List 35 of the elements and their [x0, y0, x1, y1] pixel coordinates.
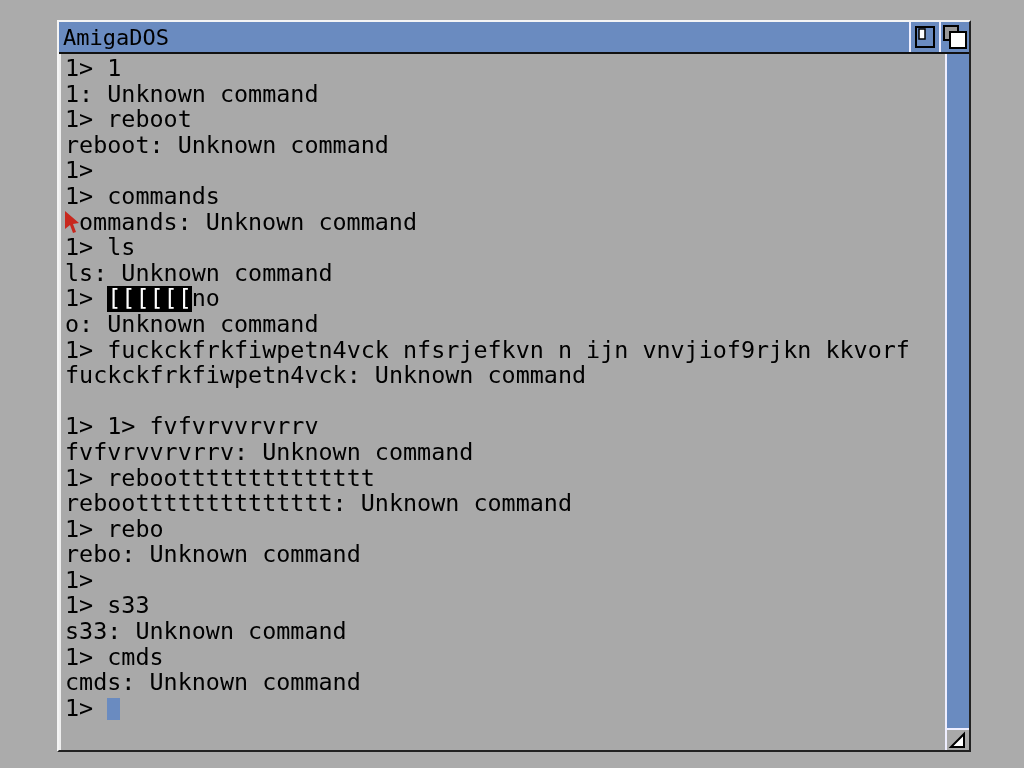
console-line: fvfvrvvrvrrv: Unknown command	[65, 439, 474, 466]
console-line: ls: Unknown command	[65, 260, 333, 287]
console-line: 1> fuckckfrkfiwpetn4vck nfsrjefkvn n ijn vnvjiof9rjkn kkvorf	[65, 337, 910, 364]
console-line: reboot: Unknown command	[65, 132, 389, 159]
console-line: 1> ls	[65, 235, 136, 261]
prompt: 1>	[65, 286, 94, 312]
console-line: cmds: Unknown command	[65, 670, 361, 696]
console-line: o: Unknown command	[65, 311, 319, 338]
console-line: rebootttttttttttttt: Unknown command	[65, 491, 572, 517]
prompt: 1>	[65, 695, 94, 722]
mouse-pointer-icon	[65, 211, 79, 234]
console-line: 1> 1> fvfvrvvrvrrv	[65, 414, 319, 440]
resize-gadget[interactable]	[947, 728, 969, 750]
typed-text: no	[191, 286, 220, 312]
depth-icon	[943, 25, 967, 49]
console-line: ommands: Unknown command	[79, 209, 417, 236]
text-cursor	[107, 697, 121, 720]
console-line: 1> s33	[65, 593, 150, 620]
depth-gadget[interactable]	[939, 22, 969, 52]
selected-text: [[[[[[	[107, 286, 192, 312]
console-line: 1> reboot	[65, 107, 192, 133]
console-line: 1: Unknown command	[65, 81, 319, 108]
console-line: fuckckfrkfiwpetn4vck: Unknown command	[65, 363, 587, 389]
console-line: s33: Unknown command	[65, 619, 347, 645]
console-line: 1> rebootttttttttttttt	[65, 465, 375, 492]
console-line: 1>	[65, 567, 94, 594]
console-line: rebo: Unknown command	[65, 542, 361, 568]
resize-icon	[947, 730, 967, 750]
console-line: 1> cmds	[65, 644, 164, 671]
zoom-icon	[914, 25, 936, 49]
console-line: 1> rebo	[65, 516, 164, 543]
console-line: 1>	[65, 158, 94, 184]
console-line: 1> commands	[65, 183, 220, 210]
window-title: AmigaDOS	[62, 24, 170, 50]
console-line: 1> 1	[65, 56, 122, 82]
